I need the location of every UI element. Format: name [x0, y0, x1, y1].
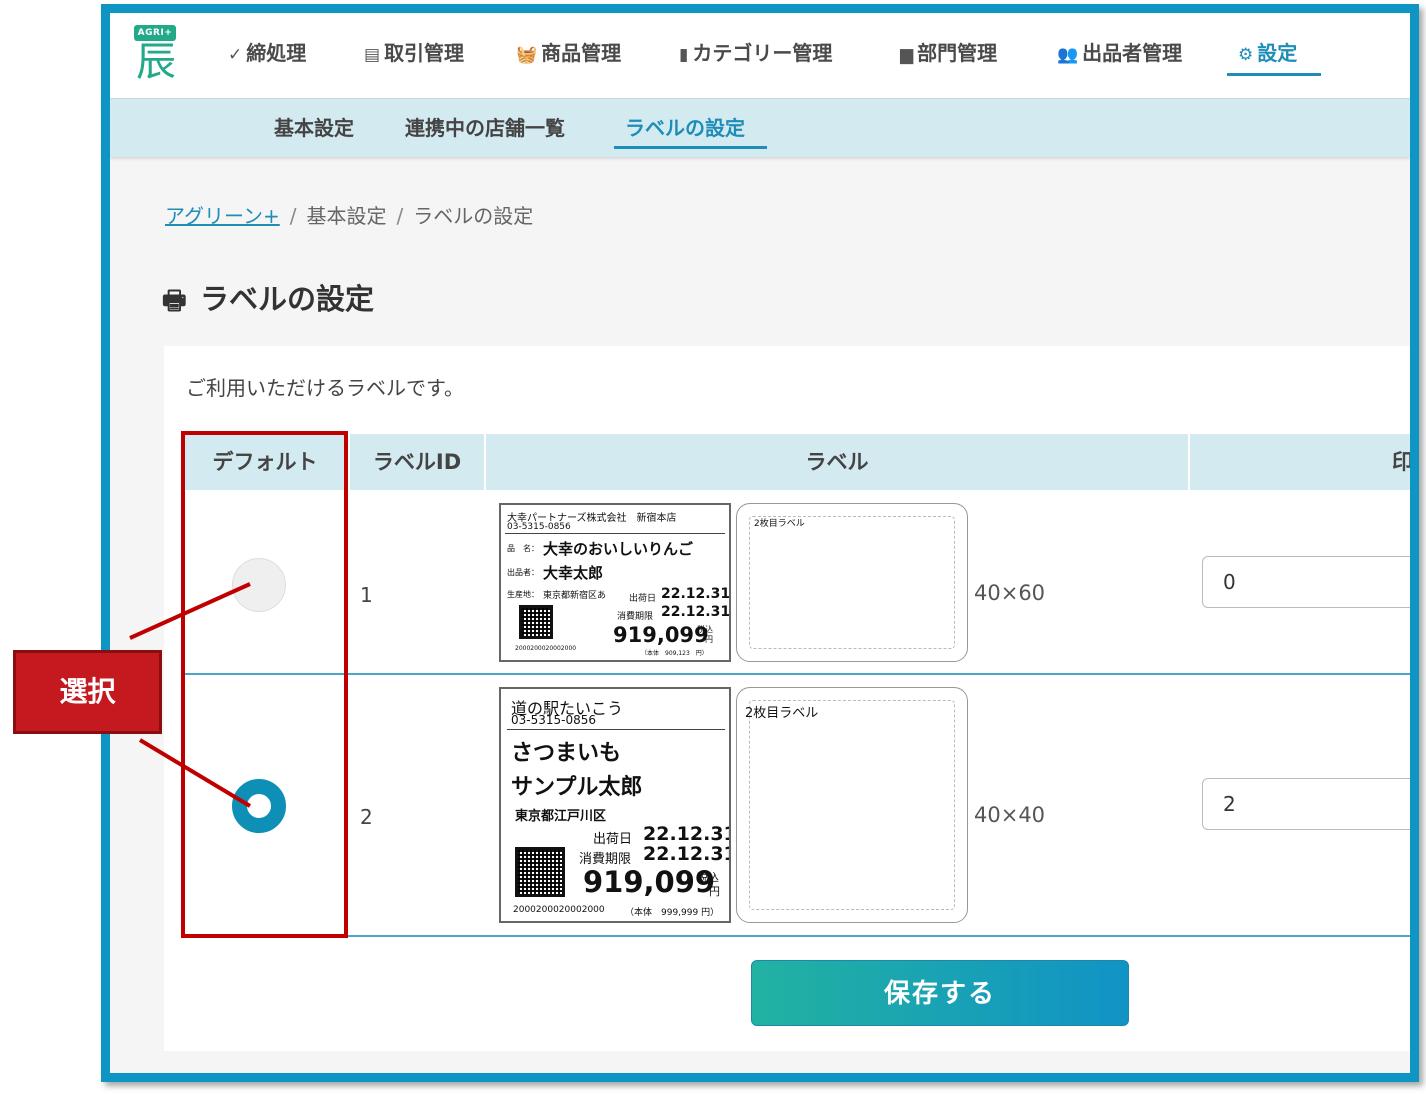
label-expiry-date: 22.12.31 [643, 843, 731, 865]
label-phone: 03-5315-0856 [511, 713, 597, 727]
breadcrumb: アグリーン+ / 基本設定 / ラベルの設定 [165, 200, 533, 229]
label-price: 919,099 [583, 865, 716, 899]
nav-transactions[interactable]: ▤ 取引管理 [364, 35, 464, 71]
label-id-row-2: 2 [360, 805, 373, 829]
second-label-area [749, 700, 955, 910]
breadcrumb-separator: / [396, 204, 404, 228]
logo-glyph: 辰 [136, 39, 176, 85]
label-phone: 03-5315-0856 [507, 522, 571, 532]
agri-logo[interactable]: AGRI+ 辰 [132, 25, 182, 83]
label-rule [505, 533, 725, 534]
second-label-preview-row-1: 2枚目ラベル [736, 503, 968, 662]
print-quantity-input-row-1[interactable]: 0 [1202, 556, 1410, 608]
nav-active-indicator [1227, 73, 1321, 76]
nav-label: 部門管理 [917, 41, 998, 65]
qr-code [515, 847, 565, 897]
breadcrumb-current: ラベルの設定 [413, 204, 534, 228]
label-ship-date: 22.12.31 [643, 823, 731, 845]
label-barcode-number: 2000200020002000 [513, 905, 605, 915]
second-label-caption: 2枚目ラベル [745, 706, 819, 721]
page-title-text: ラベルの設定 [200, 282, 375, 316]
nav-categories[interactable]: ▮ カテゴリー管理 [679, 35, 832, 71]
label-settings-panel: ご利用いただけるラベルです。 デフォルト ラベルID ラベル 印 1 大幸パート… [164, 346, 1413, 1051]
row-divider [182, 935, 1410, 937]
tab-active-indicator [614, 146, 767, 149]
label-barcode-number: 2000200020002000 [515, 645, 577, 652]
intro-text: ご利用いただけるラベルです。 [186, 376, 464, 400]
label-expiry-caption: 消費期限 [617, 612, 654, 622]
nav-label: カテゴリー管理 [692, 41, 833, 65]
second-label-area [749, 516, 955, 649]
nav-closing[interactable]: ✓ 締処理 [228, 35, 306, 71]
printer-icon: 🖶 [162, 286, 187, 316]
nav-label: 取引管理 [384, 41, 465, 65]
label-preview-row-1: 大幸パートナーズ株式会社 新宿本店 03-5315-0856 品 名： 大幸のお… [499, 503, 731, 662]
label-rule [507, 729, 725, 730]
top-navigation: AGRI+ 辰 ✓ 締処理 ▤ 取引管理 🧺 商品管理 ▮ カテゴリー管理 ▆ 部門管理 … [110, 13, 1410, 99]
save-button[interactable]: 保存する [751, 960, 1129, 1026]
default-column-highlight [181, 431, 348, 938]
gear-icon: ⚙ [1238, 45, 1254, 65]
label-product-name: さつまいも [511, 741, 622, 766]
nav-label: 締処理 [246, 41, 307, 65]
second-label-caption: 2枚目ラベル [754, 519, 805, 529]
label-ship-caption: 出荷日 [593, 832, 633, 847]
label-ship-caption: 出荷日 [629, 594, 657, 604]
nav-departments[interactable]: ▆ 部門管理 [900, 35, 997, 71]
select-callout: 選択 [13, 650, 162, 734]
page-title: 🖶 ラベルの設定 [162, 279, 374, 321]
nav-label: 設定 [1257, 41, 1298, 65]
bookmark-icon: ▮ [679, 45, 689, 65]
label-price: 919,099 [613, 623, 709, 647]
breadcrumb-separator: / [289, 204, 297, 228]
label-base-price: （本体 909,123 円） [641, 650, 708, 657]
print-quantity-input-row-2[interactable]: 2 [1202, 778, 1410, 830]
header-label: ラベル [805, 450, 869, 474]
label-producer: サンプル太郎 [511, 775, 643, 800]
check-circle-icon: ✓ [228, 45, 243, 65]
second-label-preview-row-2: 2枚目ラベル [736, 687, 968, 923]
users-icon: 👥 [1057, 45, 1079, 65]
basket-icon: 🧺 [516, 45, 538, 65]
label-id-row-1: 1 [360, 583, 373, 607]
label-size-row-2: 40×40 [974, 803, 1046, 827]
table-header: デフォルト ラベルID ラベル 印 [182, 434, 1413, 490]
ledger-icon: ▤ [364, 45, 381, 65]
label-origin: 東京都江戸川区 [515, 809, 607, 824]
qr-code [519, 605, 553, 639]
label-producer: 大幸太郎 [543, 564, 604, 582]
label-yen: 円 [705, 635, 713, 644]
tab-basic-settings[interactable]: 基本設定 [274, 112, 354, 144]
nav-label: 商品管理 [541, 41, 622, 65]
breadcrumb-home-link[interactable]: アグリーン+ [165, 204, 280, 228]
label-preview-row-2: 道の駅たいこう 03-5315-0856 さつまいも サンプル太郎 東京都江戸川… [499, 687, 731, 923]
label-size-row-1: 40×60 [974, 581, 1046, 605]
label-origin: 東京都新宿区あ [543, 591, 607, 601]
sub-navigation: 基本設定 連携中の店舗一覧 ラベルの設定 [110, 99, 1410, 157]
label-base-price: （本体 999,999 円） [625, 908, 720, 918]
tab-linked-stores[interactable]: 連携中の店舗一覧 [405, 112, 565, 144]
nav-label: 出品者管理 [1082, 41, 1183, 65]
row-divider [182, 673, 1410, 675]
label-producer-caption: 出品者： [507, 568, 539, 577]
nav-sellers[interactable]: 👥 出品者管理 [1057, 35, 1182, 71]
label-name-caption: 品 名： [507, 544, 539, 553]
header-print: 印 [1392, 450, 1413, 474]
tab-label-settings[interactable]: ラベルの設定 [625, 112, 745, 144]
nav-settings[interactable]: ⚙ 設定 [1238, 35, 1297, 71]
breadcrumb-basic-settings: 基本設定 [306, 204, 387, 228]
header-label-id: ラベルID [372, 450, 462, 474]
folder-icon: ▆ [900, 45, 914, 65]
label-yen: 円 [709, 885, 720, 898]
header-divider [1188, 434, 1190, 490]
label-expiry-date: 22.12.31 [661, 604, 731, 620]
nav-products[interactable]: 🧺 商品管理 [516, 35, 621, 71]
label-origin-caption: 生産地： [507, 590, 539, 599]
label-ship-date: 22.12.31 [661, 586, 731, 602]
label-product-name: 大幸のおいしいりんご [543, 540, 694, 558]
